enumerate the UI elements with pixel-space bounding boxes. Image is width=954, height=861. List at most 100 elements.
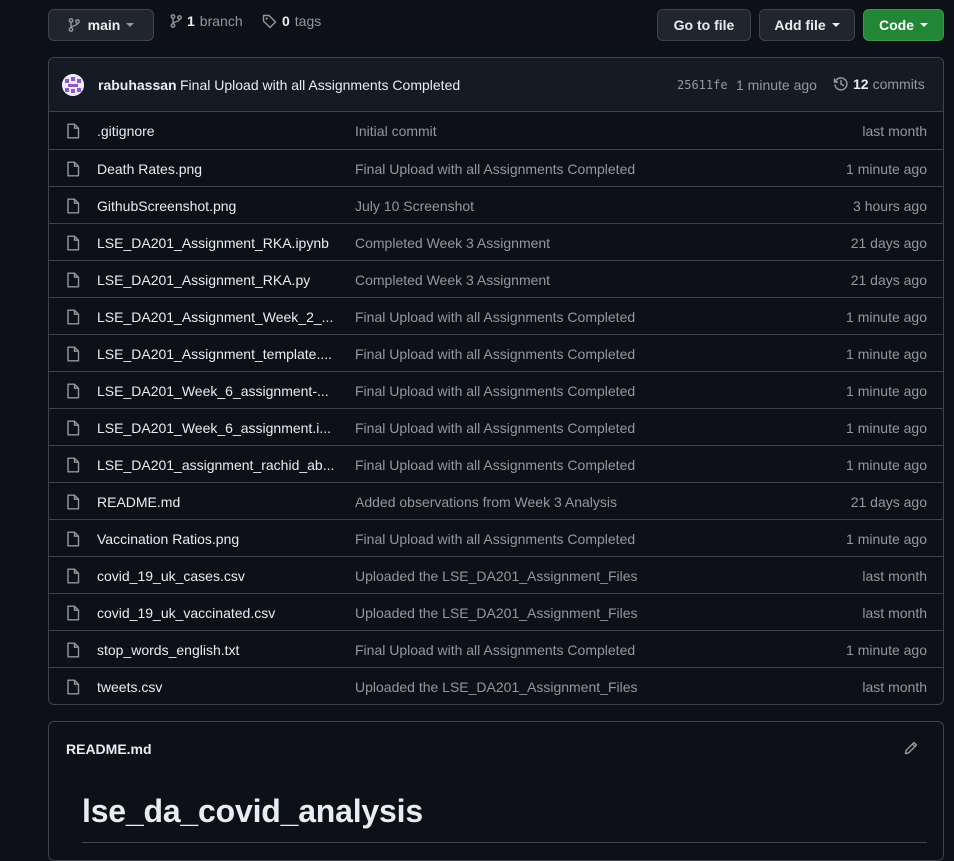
- file-commit-message-link[interactable]: Final Upload with all Assignments Comple…: [355, 346, 695, 362]
- file-commit-message-link[interactable]: Uploaded the LSE_DA201_Assignment_Files: [355, 679, 695, 695]
- file-name-link[interactable]: README.md: [97, 494, 337, 510]
- readme-heading: lse_da_covid_analysis: [82, 793, 423, 829]
- file-row[interactable]: GithubScreenshot.png July 10 Screenshot 3 …: [49, 186, 943, 223]
- file-row[interactable]: LSE_DA201_Week_6_assignment.i... Final Up…: [49, 408, 943, 445]
- file-icon: [66, 161, 80, 177]
- file-commit-message-link[interactable]: Initial commit: [355, 123, 695, 139]
- file-updated-time: 21 days ago: [850, 235, 927, 251]
- file-icon: [66, 531, 80, 547]
- file-row[interactable]: covid_19_uk_cases.csv Uploaded the LSE_DA…: [49, 556, 943, 593]
- readme-file-label[interactable]: README.md: [66, 741, 152, 757]
- branch-select-button[interactable]: main: [48, 9, 154, 41]
- file-commit-message-link[interactable]: Uploaded the LSE_DA201_Assignment_Files: [355, 568, 695, 584]
- file-icon: [66, 679, 80, 695]
- file-browser: rabuhassan Final Upload with all Assignm…: [48, 57, 944, 705]
- branches-link[interactable]: 1 branch: [170, 13, 243, 29]
- file-row[interactable]: LSE_DA201_Assignment_RKA.ipynb Completed …: [49, 223, 943, 260]
- file-name-link[interactable]: tweets.csv: [97, 679, 337, 695]
- file-row[interactable]: LSE_DA201_Assignment_RKA.py Completed Wee…: [49, 260, 943, 297]
- file-icon: [66, 198, 80, 214]
- file-commit-message-link[interactable]: Final Upload with all Assignments Comple…: [355, 420, 695, 436]
- file-row[interactable]: covid_19_uk_vaccinated.csv Uploaded the L…: [49, 593, 943, 630]
- file-icon: [66, 235, 80, 251]
- file-row[interactable]: LSE_DA201_Assignment_template.... Final U…: [49, 334, 943, 371]
- chevron-down-icon: [126, 23, 135, 27]
- file-name-link[interactable]: LSE_DA201_Assignment_Week_2_...: [97, 309, 337, 325]
- file-list: .gitignore Initial commit last month Death …: [49, 112, 943, 704]
- file-row[interactable]: tweets.csv Uploaded the LSE_DA201_Assignm…: [49, 667, 943, 704]
- code-button[interactable]: Code: [863, 9, 944, 41]
- go-to-file-label: Go to file: [673, 17, 735, 33]
- file-commit-message-link[interactable]: Final Upload with all Assignments Comple…: [355, 383, 695, 399]
- file-commit-message-link[interactable]: Uploaded the LSE_DA201_Assignment_Files: [355, 605, 695, 621]
- file-commit-message-link[interactable]: Final Upload with all Assignments Comple…: [355, 531, 695, 547]
- file-updated-time: 1 minute ago: [846, 309, 927, 325]
- commit-message[interactable]: Final Upload with all Assignments Comple…: [180, 77, 460, 93]
- file-updated-time: 1 minute ago: [846, 383, 927, 399]
- file-row[interactable]: LSE_DA201_Week_6_assignment-... Final Upl…: [49, 371, 943, 408]
- file-commit-message-link[interactable]: Final Upload with all Assignments Comple…: [355, 457, 695, 473]
- tag-label: tags: [294, 13, 322, 29]
- file-updated-time: 21 days ago: [850, 272, 927, 288]
- commit-author[interactable]: rabuhassan: [98, 77, 177, 93]
- chevron-down-icon: [831, 23, 840, 27]
- file-row[interactable]: .gitignore Initial commit last month: [49, 112, 943, 149]
- file-updated-time: last month: [862, 123, 927, 139]
- file-row[interactable]: Vaccination Ratios.png Final Upload with …: [49, 519, 943, 556]
- file-commit-message-link[interactable]: Final Upload with all Assignments Comple…: [355, 161, 695, 177]
- file-name-link[interactable]: covid_19_uk_vaccinated.csv: [97, 605, 337, 621]
- commit-sha[interactable]: 25611fe: [677, 78, 728, 92]
- file-commit-message-link[interactable]: July 10 Screenshot: [355, 198, 695, 214]
- file-row[interactable]: Death Rates.png Final Upload with all Ass…: [49, 149, 943, 186]
- code-label: Code: [879, 17, 914, 33]
- file-name-link[interactable]: LSE_DA201_Assignment_template....: [97, 346, 337, 362]
- go-to-file-button[interactable]: Go to file: [657, 9, 751, 41]
- tag-count: 0: [282, 13, 290, 29]
- file-name-link[interactable]: .gitignore: [97, 123, 337, 139]
- file-icon: [66, 272, 80, 288]
- file-name-link[interactable]: LSE_DA201_Week_6_assignment-...: [97, 383, 337, 399]
- file-updated-time: last month: [862, 679, 927, 695]
- branch-label: branch: [199, 13, 243, 29]
- file-name-link[interactable]: GithubScreenshot.png: [97, 198, 337, 214]
- commit-count: 12: [853, 76, 869, 92]
- file-icon: [66, 123, 80, 139]
- file-commit-message-link[interactable]: Final Upload with all Assignments Comple…: [355, 309, 695, 325]
- file-row[interactable]: LSE_DA201_Assignment_Week_2_... Final Upl…: [49, 297, 943, 334]
- file-name-link[interactable]: stop_words_english.txt: [97, 642, 337, 658]
- tag-icon: [262, 14, 277, 29]
- latest-commit-bar: rabuhassan Final Upload with all Assignm…: [49, 58, 943, 112]
- file-row[interactable]: LSE_DA201_assignment_rachid_ab... Final U…: [49, 445, 943, 482]
- file-updated-time: last month: [862, 568, 927, 584]
- file-icon: [66, 309, 80, 325]
- file-row[interactable]: README.md Added observations from Week 3 …: [49, 482, 943, 519]
- branch-name: main: [87, 17, 121, 33]
- file-name-link[interactable]: LSE_DA201_Assignment_RKA.ipynb: [97, 235, 337, 251]
- tags-link[interactable]: 0 tags: [262, 13, 321, 29]
- pencil-icon[interactable]: [903, 740, 919, 756]
- file-name-link[interactable]: Death Rates.png: [97, 161, 337, 177]
- add-file-button[interactable]: Add file: [759, 9, 855, 41]
- file-updated-time: 1 minute ago: [846, 531, 927, 547]
- commits-link[interactable]: 12 commits: [833, 76, 925, 92]
- file-icon: [66, 383, 80, 399]
- file-updated-time: 1 minute ago: [846, 420, 927, 436]
- file-icon: [66, 605, 80, 621]
- file-name-link[interactable]: LSE_DA201_Week_6_assignment.i...: [97, 420, 337, 436]
- file-icon: [66, 642, 80, 658]
- file-commit-message-link[interactable]: Completed Week 3 Assignment: [355, 272, 695, 288]
- file-commit-message-link[interactable]: Added observations from Week 3 Analysis: [355, 494, 695, 510]
- file-name-link[interactable]: LSE_DA201_Assignment_RKA.py: [97, 272, 337, 288]
- branch-count: 1: [187, 13, 195, 29]
- file-commit-message-link[interactable]: Completed Week 3 Assignment: [355, 235, 695, 251]
- file-updated-time: 1 minute ago: [846, 346, 927, 362]
- file-name-link[interactable]: LSE_DA201_assignment_rachid_ab...: [97, 457, 337, 473]
- file-updated-time: 1 minute ago: [846, 161, 927, 177]
- file-name-link[interactable]: Vaccination Ratios.png: [97, 531, 337, 547]
- file-name-link[interactable]: covid_19_uk_cases.csv: [97, 568, 337, 584]
- file-icon: [66, 568, 80, 584]
- file-commit-message-link[interactable]: Final Upload with all Assignments Comple…: [355, 642, 695, 658]
- file-row[interactable]: stop_words_english.txt Final Upload with …: [49, 630, 943, 667]
- avatar[interactable]: [62, 74, 84, 96]
- file-updated-time: 21 days ago: [850, 494, 927, 510]
